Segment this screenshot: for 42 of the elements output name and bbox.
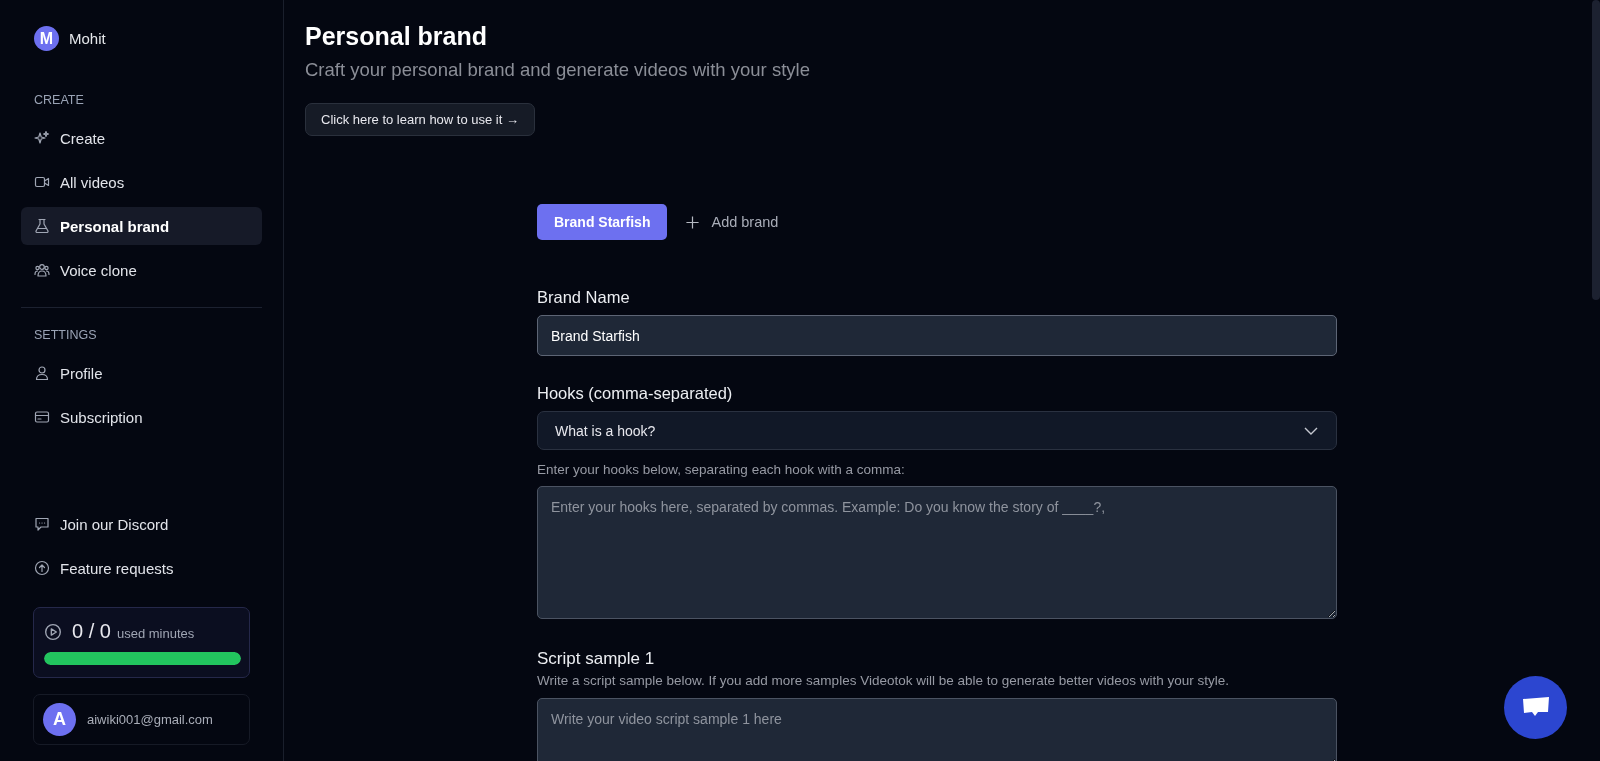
page-title: Personal brand: [305, 22, 488, 51]
user-name: Mohit: [69, 30, 106, 47]
field-label: Script sample 1: [537, 649, 656, 669]
script-sample-textarea[interactable]: Write your video script sample 1 here: [537, 698, 1337, 761]
usage-value: 0 / 0: [72, 620, 111, 643]
account-avatar: A: [43, 703, 76, 736]
nav-item[interactable]: Create: [21, 119, 262, 157]
field-hint: Enter your hooks below, separating each hook with a comma:: [537, 462, 906, 477]
sparkles-icon: [34, 130, 50, 146]
section-heading: SETTINGS: [33, 328, 98, 342]
add-brand-button[interactable]: Add brand: [685, 214, 779, 230]
person-icon: [34, 365, 50, 381]
arrow-up-circle-icon: [34, 560, 50, 576]
nav-item[interactable]: Voice clone: [21, 251, 262, 289]
scrollbar[interactable]: [1592, 0, 1600, 300]
account-email: aiwiki001@gmail.com: [87, 712, 213, 727]
sidebar-link[interactable]: Feature requests: [21, 549, 262, 587]
credit-card-icon: [34, 409, 50, 425]
account-card[interactable]: A aiwiki001@gmail.com: [33, 694, 250, 745]
field-hint: Write a script sample below. If you add more samples Videotok will be able to generate better videos with your style.: [537, 673, 1231, 688]
flask-icon: [34, 218, 50, 234]
section-heading: CREATE: [33, 93, 85, 107]
page-subtitle: Craft your personal brand and generate videos with your style: [305, 59, 811, 81]
field-label: Hooks (comma-separated): [537, 384, 734, 403]
play-circle-icon: [44, 622, 62, 641]
user-avatar: M: [34, 26, 59, 51]
video-camera-icon: [34, 174, 50, 190]
usage-unit: used minutes: [116, 626, 195, 641]
hooks-textarea[interactable]: Enter your hooks here, separated by commas. Example: Do you know the story of ____?,: [537, 486, 1337, 619]
help-button[interactable]: Click here to learn how to use it →: [305, 103, 535, 136]
brand-name-input[interactable]: Brand Starfish: [537, 315, 1337, 356]
people-icon: [34, 262, 50, 278]
chat-icon: [34, 516, 50, 532]
brand-tab[interactable]: Brand Starfish: [537, 204, 668, 240]
hook-info-dropdown[interactable]: What is a hook?: [537, 411, 1337, 450]
field-label: Brand Name: [537, 288, 631, 307]
nav-item[interactable]: Subscription: [21, 398, 262, 436]
plus-icon: [685, 214, 701, 230]
sidebar-link[interactable]: Join our Discord: [21, 505, 262, 543]
nav-item[interactable]: All videos: [21, 163, 262, 201]
nav-item[interactable]: Profile: [21, 354, 262, 392]
nav-item[interactable]: Personal brand: [21, 207, 262, 245]
